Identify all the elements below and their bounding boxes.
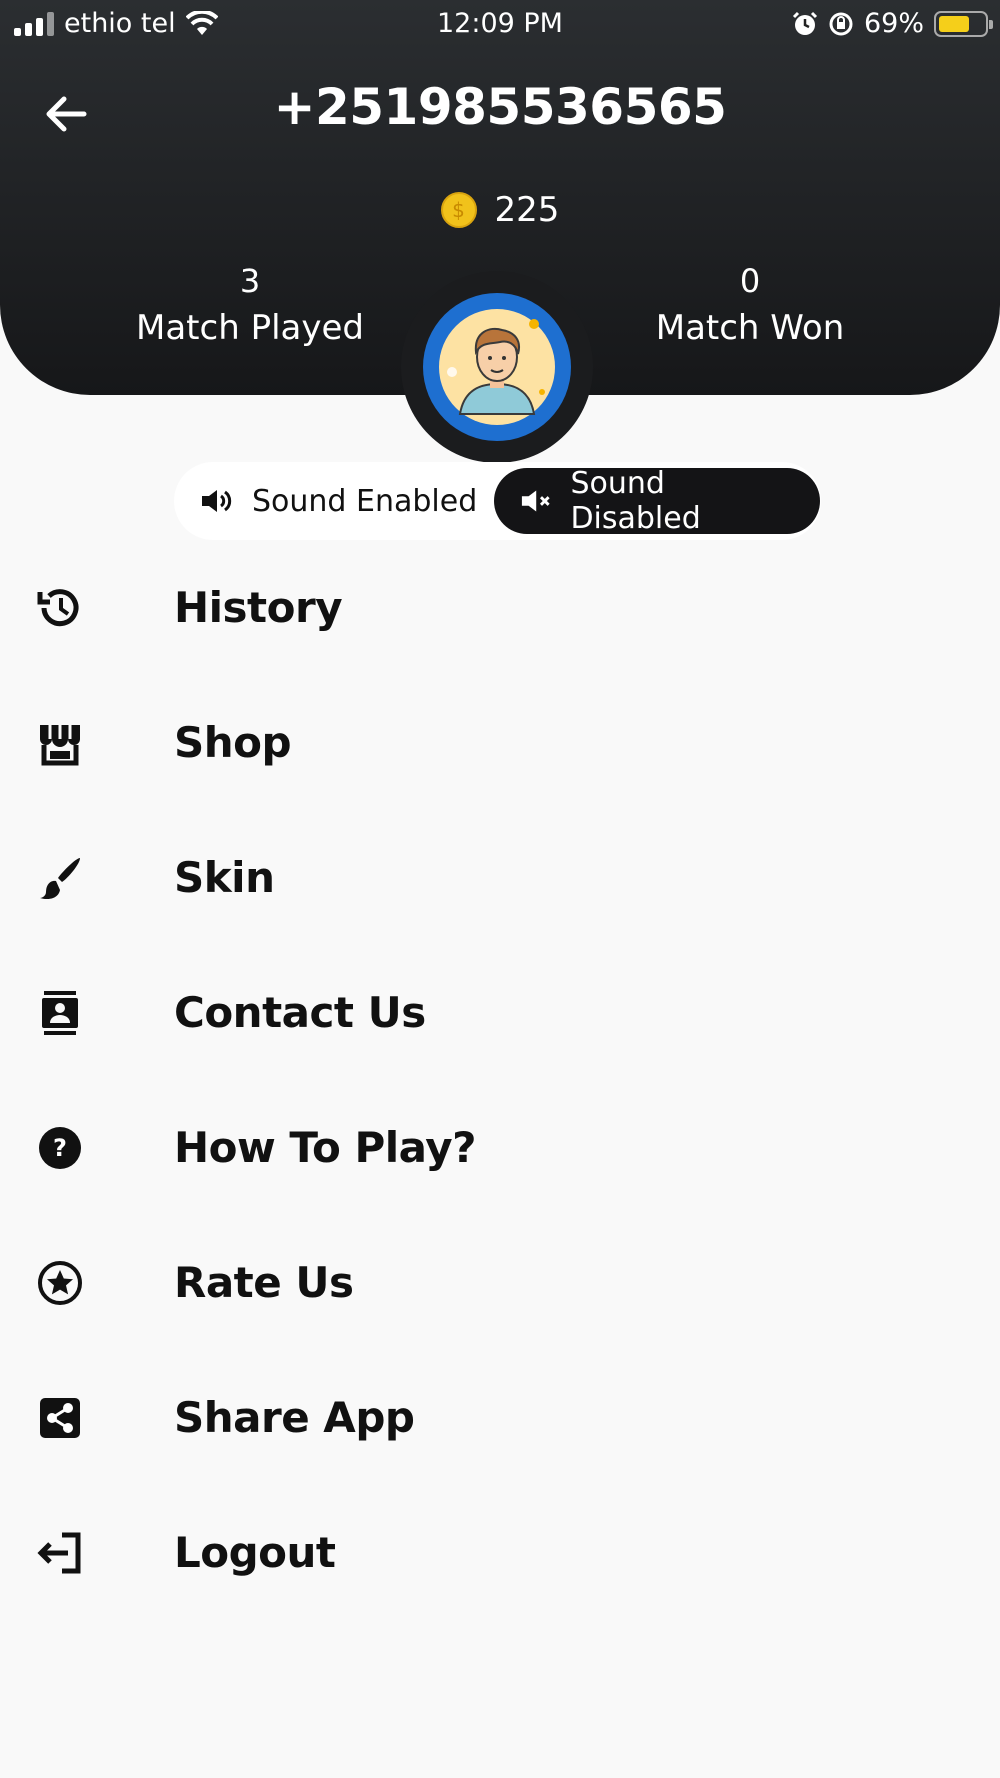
page-title: +251985536565 [273,78,727,136]
menu-item-skin[interactable]: Skin [0,810,1000,945]
menu-label-history: History [174,583,343,632]
menu-item-contact-us[interactable]: Contact Us [0,945,1000,1080]
logout-icon [0,1529,174,1577]
svg-text:?: ? [53,1134,67,1162]
volume-mute-icon [521,490,550,512]
matches-played-label: Match Played [136,308,364,348]
menu-item-shop[interactable]: Shop [0,675,1000,810]
menu-label-logout: Logout [174,1528,336,1577]
battery-icon [934,10,993,37]
contact-icon [0,989,174,1037]
star-icon [0,1259,174,1307]
sound-enabled-option[interactable]: Sound Enabled [174,468,503,534]
profile-menu: History Shop Skin Contact Us ? How To Pl… [0,540,1000,1620]
menu-item-history[interactable]: History [0,540,1000,675]
menu-item-logout[interactable]: Logout [0,1485,1000,1620]
menu-label-how-to-play: How To Play? [174,1123,476,1172]
menu-item-how-to-play[interactable]: ? How To Play? [0,1080,1000,1215]
sound-enabled-label: Sound Enabled [252,483,478,519]
history-icon [0,584,174,632]
volume-on-icon [202,490,232,512]
matches-played-stat: 3 Match Played [110,262,390,348]
menu-label-shop: Shop [174,718,292,767]
shop-icon [0,719,174,767]
alarm-icon [792,11,818,35]
menu-label-contact-us: Contact Us [174,988,426,1037]
share-icon [0,1394,174,1442]
matches-won-stat: 0 Match Won [610,262,890,348]
menu-label-share-app: Share App [174,1393,415,1442]
menu-label-rate-us: Rate Us [174,1258,354,1307]
menu-item-share-app[interactable]: Share App [0,1350,1000,1485]
coin-balance: $ 225 [0,190,1000,230]
sound-toggle: Sound Enabled Sound Disabled [174,462,821,540]
menu-item-rate-us[interactable]: Rate Us [0,1215,1000,1350]
battery-percent: 69% [863,8,924,39]
brush-icon [0,854,174,902]
status-right: 69% [792,8,993,39]
status-bar: ethio tel 12:09 PM 69% [0,0,1000,48]
coin-amount: 225 [494,190,560,230]
avatar-illustration-icon [439,309,555,425]
matches-played-value: 3 [239,262,261,300]
rotation-lock-icon [829,12,853,35]
avatar[interactable] [423,293,571,441]
matches-won-label: Match Won [655,308,845,348]
coin-icon: $ [440,192,477,228]
matches-won-value: 0 [739,262,761,300]
menu-label-skin: Skin [174,853,275,902]
sound-disabled-option[interactable]: Sound Disabled [494,466,820,536]
sound-disabled-label: Sound Disabled [570,466,701,536]
avatar-ring [401,271,593,463]
help-icon: ? [0,1124,174,1172]
